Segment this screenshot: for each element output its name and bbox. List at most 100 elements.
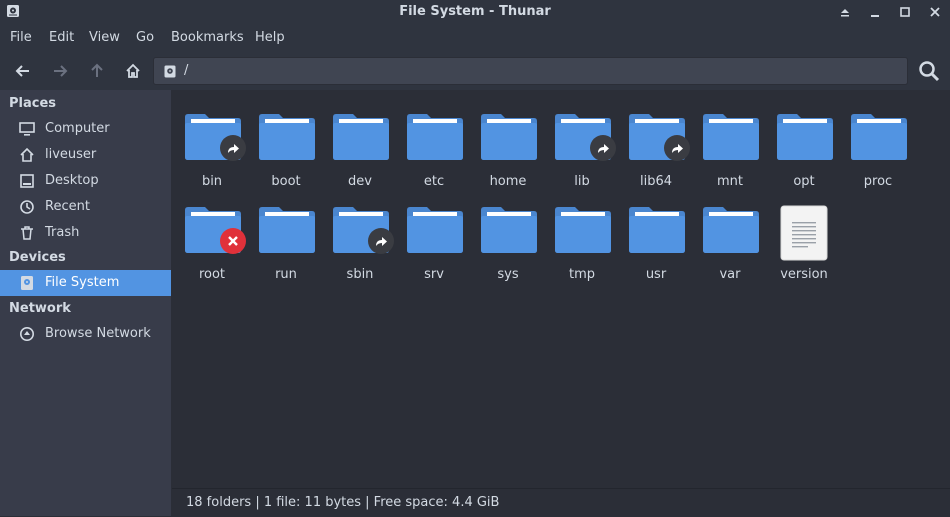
- back-button[interactable]: [12, 61, 34, 81]
- symlink-icon: [664, 135, 690, 161]
- folder-icon: [555, 207, 611, 253]
- sidebar-item-label: Computer: [45, 121, 110, 136]
- file-name: var: [719, 267, 741, 282]
- desktop-icon: [20, 174, 34, 188]
- folder-icon: [259, 114, 315, 160]
- file-name: sbin: [346, 267, 374, 282]
- file-name: root: [198, 267, 226, 282]
- window-title: File System - Thunar: [399, 4, 551, 19]
- sidebar-item-file-system[interactable]: File System: [0, 270, 171, 296]
- status-bar: 18 folders | 1 file: 11 bytes | Free spa…: [172, 488, 950, 517]
- folder-icon: [851, 114, 907, 160]
- folder-item[interactable]: opt: [767, 98, 841, 189]
- toolbar: /: [0, 52, 950, 90]
- sidebar-item-label: Browse Network: [45, 326, 151, 341]
- trash-icon: [21, 226, 33, 240]
- folder-item[interactable]: usr: [619, 191, 693, 282]
- maximize-button[interactable]: [896, 3, 914, 21]
- folder-item[interactable]: root: [175, 191, 249, 282]
- sidebar-item-desktop[interactable]: Desktop: [0, 168, 171, 194]
- symlink-icon: [368, 228, 394, 254]
- drive-icon: [164, 65, 176, 78]
- forward-button[interactable]: [49, 61, 71, 81]
- computer-icon: [19, 122, 35, 136]
- menu-bookmarks[interactable]: Bookmarks: [171, 30, 244, 45]
- menu-help[interactable]: Help: [255, 30, 285, 45]
- sidebar-item-label: File System: [45, 275, 120, 290]
- folder-item[interactable]: tmp: [545, 191, 619, 282]
- up-button[interactable]: [86, 61, 108, 81]
- no-access-icon: [220, 228, 246, 254]
- shade-button[interactable]: [836, 3, 854, 21]
- sidebar-item-computer[interactable]: Computer: [0, 116, 171, 142]
- folder-item[interactable]: srv: [397, 191, 471, 282]
- folder-icon: [333, 114, 389, 160]
- search-icon: [919, 61, 940, 82]
- sidebar-item-label: Desktop: [45, 173, 99, 188]
- file-name: srv: [424, 267, 444, 282]
- sidebar-item-liveuser[interactable]: liveuser: [0, 142, 171, 168]
- home-icon: [20, 147, 34, 162]
- search-button[interactable]: [917, 59, 941, 83]
- shade-icon: [841, 9, 849, 17]
- sidebar-item-browse-network[interactable]: Browse Network: [0, 321, 171, 347]
- folder-item[interactable]: run: [249, 191, 323, 282]
- minimize-button[interactable]: [866, 3, 884, 21]
- folder-item[interactable]: home: [471, 98, 545, 189]
- network-header: Network: [9, 301, 71, 316]
- text-file-icon: [780, 205, 828, 261]
- folder-icon: [629, 207, 685, 253]
- folder-item[interactable]: etc: [397, 98, 471, 189]
- sidebar: Places Computer liveuser Desktop Recent …: [0, 90, 172, 516]
- arrow-up-icon: [91, 63, 103, 77]
- menu-view[interactable]: View: [89, 30, 120, 45]
- file-name: proc: [863, 174, 893, 189]
- location-path: /: [184, 63, 189, 78]
- close-button[interactable]: [926, 3, 944, 21]
- file-name: etc: [423, 174, 445, 189]
- menu-edit[interactable]: Edit: [49, 30, 74, 45]
- sidebar-item-trash[interactable]: Trash: [0, 220, 171, 246]
- file-name: lib64: [639, 174, 673, 189]
- folder-item[interactable]: lib: [545, 98, 619, 189]
- drive-icon: [21, 276, 33, 290]
- menu-go[interactable]: Go: [136, 30, 154, 45]
- folder-icon: [407, 207, 463, 253]
- folder-icon: [481, 207, 537, 253]
- file-item[interactable]: version: [767, 191, 841, 282]
- folder-item[interactable]: bin: [175, 98, 249, 189]
- folder-item[interactable]: lib64: [619, 98, 693, 189]
- sidebar-item-label: liveuser: [45, 147, 97, 162]
- folder-icon: [259, 207, 315, 253]
- symlink-icon: [220, 135, 246, 161]
- file-name: mnt: [717, 174, 743, 189]
- file-name: run: [275, 267, 297, 282]
- file-name: tmp: [568, 267, 595, 282]
- folder-item[interactable]: sys: [471, 191, 545, 282]
- thunar-window: File System - Thunar File Edit View Go B…: [0, 0, 950, 517]
- folder-item[interactable]: var: [693, 191, 767, 282]
- folder-item[interactable]: mnt: [693, 98, 767, 189]
- folder-item[interactable]: boot: [249, 98, 323, 189]
- minimize-icon: [871, 15, 879, 17]
- file-name: lib: [574, 174, 590, 189]
- file-name: usr: [645, 267, 667, 282]
- sidebar-item-recent[interactable]: Recent: [0, 194, 171, 220]
- file-name: boot: [271, 174, 301, 189]
- menu-bar: File Edit View Go Bookmarks Help: [0, 24, 950, 52]
- file-name: version: [780, 267, 828, 282]
- home-button[interactable]: [122, 61, 144, 81]
- folder-item[interactable]: sbin: [323, 191, 397, 282]
- folder-item[interactable]: dev: [323, 98, 397, 189]
- folder-icon: [703, 207, 759, 253]
- file-name: opt: [793, 174, 815, 189]
- menu-file[interactable]: File: [10, 30, 32, 45]
- location-bar[interactable]: /: [153, 57, 908, 85]
- arrow-right-icon: [54, 65, 68, 77]
- sidebar-item-label: Trash: [45, 225, 80, 240]
- symlink-icon: [590, 135, 616, 161]
- folder-item[interactable]: proc: [841, 98, 915, 189]
- folder-icon: [703, 114, 759, 160]
- file-name: bin: [201, 174, 223, 189]
- file-view: bin boot dev etc home lib lib64 mnt opt proc root r…: [172, 90, 950, 488]
